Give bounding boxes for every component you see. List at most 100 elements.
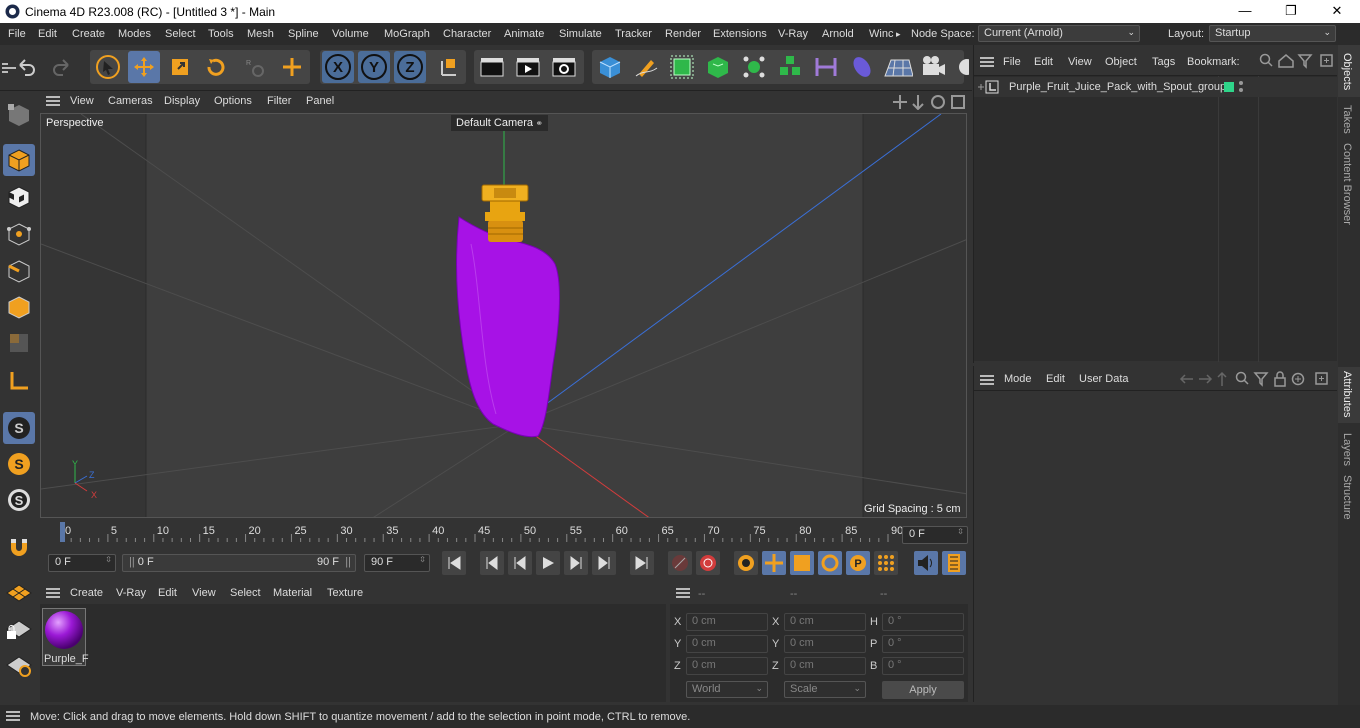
juice-pack-model[interactable] xyxy=(456,184,560,438)
workplane-align-button[interactable] xyxy=(3,649,35,681)
tab-objects[interactable]: Objects xyxy=(1341,53,1353,90)
menu-render[interactable]: Render xyxy=(665,28,701,40)
sound-button[interactable] xyxy=(914,551,938,575)
home-icon[interactable] xyxy=(1278,54,1294,68)
menu-vray[interactable]: V-Ray xyxy=(778,28,808,40)
camera-button[interactable] xyxy=(918,51,950,83)
rot-h-field[interactable]: 0 ° xyxy=(882,613,964,631)
previous-frame-button[interactable] xyxy=(508,551,532,575)
minimize-button[interactable]: — xyxy=(1222,0,1268,23)
next-frame-button[interactable] xyxy=(564,551,588,575)
point-mode-button[interactable] xyxy=(3,218,35,250)
subdivision-button[interactable] xyxy=(666,51,698,83)
menu-overflow-icon[interactable]: ▸ xyxy=(896,29,901,40)
edge-mode-button[interactable] xyxy=(3,255,35,287)
viewport-menu-display[interactable]: Display xyxy=(164,95,200,107)
filter-icon[interactable] xyxy=(1297,54,1313,69)
material-menu-icon[interactable] xyxy=(46,588,60,598)
record-pla-button[interactable] xyxy=(874,551,898,575)
record-keys-button[interactable] xyxy=(668,551,692,575)
default-camera-badge[interactable]: Default Camera ⚭ xyxy=(451,115,549,131)
rot-b-field[interactable]: 0 ° xyxy=(882,657,964,675)
attribute-menu-edit[interactable]: Edit xyxy=(1046,373,1065,385)
axis-mode-button[interactable] xyxy=(3,365,35,397)
node-space-select[interactable]: Current (Arnold) ⌄ xyxy=(978,25,1140,42)
timeline-window-button[interactable] xyxy=(942,551,966,575)
menu-tracker[interactable]: Tracker xyxy=(615,28,652,40)
viewport-menu-icon[interactable] xyxy=(46,96,60,106)
previous-key-button[interactable] xyxy=(480,551,504,575)
live-selection-button[interactable] xyxy=(92,51,124,83)
autokeying-button[interactable] xyxy=(696,551,720,575)
close-button[interactable]: ✕ xyxy=(1314,0,1360,23)
layout-select[interactable]: Startup ⌄ xyxy=(1209,25,1336,42)
make-editable-button[interactable] xyxy=(3,99,35,131)
object-menu-icon[interactable] xyxy=(980,57,994,67)
keyframe-selection-button[interactable] xyxy=(734,551,758,575)
frame-range-slider[interactable]: || 0 F 90 F || xyxy=(122,554,356,572)
menu-create[interactable]: Create xyxy=(72,28,105,40)
solo-hierarchy-button[interactable]: S xyxy=(3,448,35,480)
menu-volume[interactable]: Volume xyxy=(332,28,369,40)
attribute-menu-icon[interactable] xyxy=(980,375,994,385)
size-x-field[interactable]: 0 cm xyxy=(784,613,866,631)
object-menu-tags[interactable]: Tags xyxy=(1152,56,1175,68)
coordinates-menu-icon[interactable] xyxy=(676,588,690,598)
timeline-ruler[interactable]: 0 5 10 15 20 25 30 35 40 45 50 55 60 65 70 75 80 85 90 0 F… xyxy=(40,520,968,546)
orbit-icon[interactable] xyxy=(931,95,945,109)
material-menu-select[interactable]: Select xyxy=(230,587,261,599)
material-thumbnail[interactable]: Purple_F xyxy=(42,608,89,666)
menu-select[interactable]: Select xyxy=(165,28,196,40)
menu-animate[interactable]: Animate xyxy=(504,28,544,40)
move-tool-button[interactable] xyxy=(128,51,160,83)
material-menu-vray[interactable]: V-Ray xyxy=(116,587,146,599)
menu-character[interactable]: Character xyxy=(443,28,491,40)
tab-attributes[interactable]: Attributes xyxy=(1341,371,1353,417)
menu-file[interactable]: File xyxy=(8,28,26,40)
cube-button[interactable] xyxy=(594,51,626,83)
menu-arnold[interactable]: Arnold xyxy=(822,28,854,40)
object-menu-edit[interactable]: Edit xyxy=(1034,56,1053,68)
uv-mode-button[interactable] xyxy=(3,327,35,359)
coordinate-system-button[interactable] xyxy=(432,51,464,83)
add-panel-icon[interactable] xyxy=(1315,372,1328,385)
menu-window[interactable]: Winc xyxy=(869,28,893,40)
texture-mode-button[interactable] xyxy=(3,181,35,213)
redo-button[interactable] xyxy=(46,51,78,83)
add-panel-icon[interactable] xyxy=(1320,54,1333,67)
object-menu-view[interactable]: View xyxy=(1068,56,1092,68)
start-frame-field[interactable]: 0 F ⇳ xyxy=(48,554,116,572)
floor-button[interactable] xyxy=(882,51,914,83)
object-row[interactable]: Purple_Fruit_Juice_Pack_with_Spout_group xyxy=(974,77,1337,97)
render-settings-button[interactable] xyxy=(548,51,580,83)
model-mode-button[interactable] xyxy=(3,144,35,176)
cloner-button[interactable] xyxy=(738,51,770,83)
record-scale-button[interactable] xyxy=(790,551,814,575)
tab-layers[interactable]: Layers xyxy=(1341,433,1353,466)
timeline-ticks[interactable]: 0 5 10 15 20 25 30 35 40 45 50 55 60 65 70 75 80 85 90 xyxy=(50,520,902,544)
go-to-start-button[interactable] xyxy=(442,551,466,575)
solo-button[interactable]: S xyxy=(3,412,35,444)
go-to-end-button[interactable] xyxy=(630,551,654,575)
next-key-button[interactable] xyxy=(592,551,616,575)
viewport-menu-options[interactable]: Options xyxy=(214,95,252,107)
light-button[interactable] xyxy=(954,51,970,83)
viewport-menu-cameras[interactable]: Cameras xyxy=(108,95,153,107)
material-menu-texture[interactable]: Texture xyxy=(327,587,363,599)
material-menu-edit[interactable]: Edit xyxy=(158,587,177,599)
lock-icon[interactable] xyxy=(1274,371,1286,387)
layer-color-icon[interactable] xyxy=(1224,82,1234,92)
tab-structure[interactable]: Structure xyxy=(1341,475,1353,520)
material-menu-view[interactable]: View xyxy=(192,587,216,599)
up-arrow-icon[interactable] xyxy=(1217,371,1227,386)
add-tool-button[interactable] xyxy=(276,51,308,83)
search-icon[interactable] xyxy=(1235,371,1249,385)
viewport-scene[interactable] xyxy=(41,114,967,518)
render-picture-viewer-button[interactable] xyxy=(512,51,544,83)
coordinate-space-select[interactable]: World ⌄ xyxy=(686,681,768,698)
restore-button[interactable]: ❐ xyxy=(1268,0,1314,23)
viewport-menu-panel[interactable]: Panel xyxy=(306,95,334,107)
tab-content-browser[interactable]: Content Browser xyxy=(1341,143,1353,225)
undo-button[interactable] xyxy=(10,51,42,83)
extrude-button[interactable] xyxy=(702,51,734,83)
